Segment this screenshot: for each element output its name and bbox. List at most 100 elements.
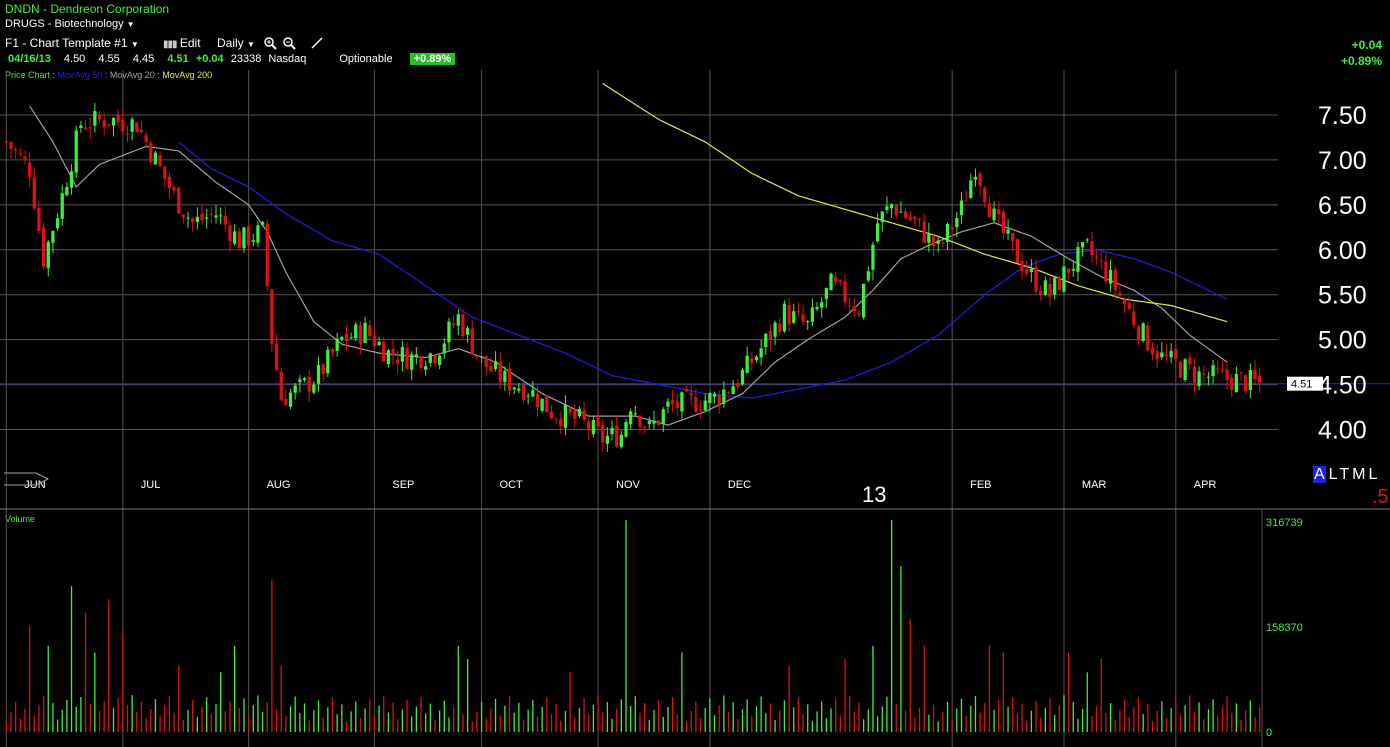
candle-body	[414, 354, 418, 357]
candle-body	[773, 322, 777, 337]
y-tick-label: 5.50	[1318, 282, 1367, 310]
chevron-down-icon: ▼	[126, 20, 135, 29]
candle-body	[139, 129, 144, 132]
symbol-separator: -	[39, 2, 51, 16]
candle-body	[834, 277, 838, 283]
candle-body	[820, 302, 824, 308]
timeframe-selector[interactable]: A LTML	[1313, 466, 1380, 484]
candle-body	[424, 366, 428, 370]
draw-tool-icon[interactable]	[310, 36, 324, 50]
timeframe-l2[interactable]: L	[1369, 466, 1381, 483]
candle-body	[656, 420, 661, 425]
candle-body	[848, 305, 852, 307]
optionable-label: Optionable	[339, 53, 393, 65]
candle-body	[242, 227, 246, 249]
candle-body	[573, 410, 577, 419]
industry-group-selector[interactable]: DRUGS - Biotechnology ▼	[5, 18, 135, 30]
candle-body	[959, 200, 964, 216]
candle-body	[596, 416, 600, 427]
candle-body	[680, 392, 684, 412]
candle-body	[1239, 372, 1243, 374]
candle-body	[233, 231, 237, 244]
candle-body	[922, 221, 926, 243]
candle-body	[647, 420, 651, 424]
candle-body	[107, 124, 111, 126]
candle-body	[228, 225, 232, 242]
candle-body	[363, 322, 367, 343]
candle-body	[298, 379, 302, 383]
candle-body	[824, 287, 828, 300]
candle-body	[1183, 359, 1187, 380]
candle-body	[1029, 268, 1033, 273]
y-tick-label: 7.50	[1318, 102, 1367, 130]
candle-body	[288, 392, 293, 407]
candle-body	[997, 209, 1001, 215]
zoom-out-icon[interactable]	[282, 36, 296, 50]
candle-body	[829, 273, 833, 291]
candle-body	[205, 217, 209, 219]
y-tick-label: 6.50	[1318, 192, 1367, 220]
timeframe-l[interactable]: L	[1329, 466, 1340, 483]
candle-body	[512, 387, 516, 390]
candle-body	[46, 241, 50, 269]
candle-body	[1244, 375, 1248, 392]
x-tick-label: AUG	[267, 479, 291, 491]
candle-body	[191, 218, 195, 223]
zoom-in-icon[interactable]	[263, 36, 277, 50]
candle-body	[1160, 352, 1164, 358]
candle-body	[321, 364, 325, 375]
candle-body	[372, 335, 377, 347]
candle-body	[307, 376, 311, 392]
volume-chart[interactable]: 316739 158370 0	[0, 510, 1390, 747]
candle-body	[754, 356, 759, 361]
timeframe-a[interactable]: A	[1313, 466, 1326, 483]
candle-body	[1234, 373, 1239, 393]
candle-body	[1090, 241, 1094, 256]
industry-group: DRUGS - Biotechnology	[5, 18, 124, 30]
edit-button[interactable]: ▮▮▮ Edit	[163, 36, 201, 50]
timeframe-t[interactable]: T	[1339, 466, 1352, 483]
candle-body	[335, 338, 339, 351]
candle-body	[1020, 260, 1024, 272]
y-tick-label: 7.00	[1318, 147, 1367, 175]
x-tick-label: SEP	[392, 479, 414, 491]
candle-body	[358, 325, 363, 344]
volume-tick-label: 0	[1266, 727, 1272, 739]
candle-body	[759, 348, 763, 358]
company-name: Dendreon Corporation	[50, 2, 170, 16]
candle-body	[79, 125, 83, 129]
candle-body	[1025, 268, 1029, 274]
candle-body	[903, 211, 908, 218]
template-selector[interactable]: F1 - Chart Template #1 ▼	[5, 36, 139, 50]
candle-body	[223, 215, 227, 225]
ma20-line	[29, 105, 1228, 426]
candle-body	[14, 149, 18, 151]
candle-body	[587, 421, 591, 431]
price-chart[interactable]: 7.507.006.506.005.505.004.504.004.51JUN J…	[0, 70, 1390, 510]
candle-body	[447, 321, 451, 343]
x-tick-label: MAR	[1082, 479, 1107, 491]
candle-body	[456, 314, 460, 326]
candle-body	[330, 349, 335, 353]
candle-body	[461, 314, 465, 337]
period-selector[interactable]: Daily ▼	[217, 36, 255, 50]
candle-body	[121, 119, 125, 132]
candle-body	[782, 303, 787, 332]
candle-body	[32, 177, 36, 209]
timeframe-m[interactable]: M	[1352, 466, 1368, 483]
candle-body	[764, 334, 768, 348]
quote-low: 4.45	[132, 53, 155, 65]
candle-body	[51, 231, 55, 243]
candle-body	[9, 142, 13, 149]
candle-body	[684, 388, 689, 392]
candle-body	[270, 289, 274, 344]
candle-body	[349, 337, 353, 339]
x-tick-label: NOV	[616, 479, 641, 491]
candle-body	[983, 187, 987, 203]
candle-body	[340, 336, 344, 340]
candle-body	[978, 173, 982, 186]
candle-body	[265, 223, 269, 287]
symbol: DNDN	[5, 2, 40, 16]
candle-body	[1206, 376, 1211, 378]
candle-body	[726, 392, 731, 394]
